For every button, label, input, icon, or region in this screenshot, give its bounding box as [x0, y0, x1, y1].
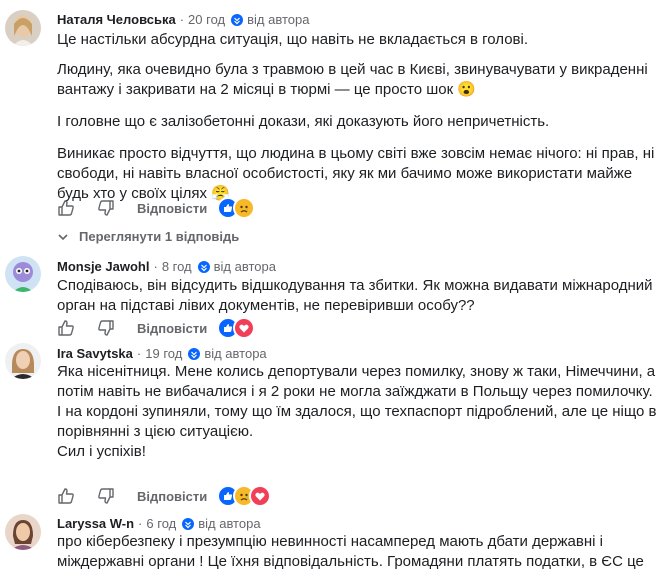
- separator-dot: ·: [153, 259, 158, 274]
- comment-text: Яка нісенітниця. Мене колись депортували…: [57, 363, 657, 460]
- author-badge: від автора: [188, 346, 267, 362]
- like-icon[interactable]: [57, 199, 75, 217]
- dislike-icon[interactable]: [97, 199, 115, 217]
- sad-reaction-icon: [233, 197, 256, 219]
- reactions[interactable]: [217, 485, 272, 507]
- avatar[interactable]: [5, 10, 41, 46]
- author-name[interactable]: Monsje Jawohl: [57, 259, 149, 275]
- separator-dot: ·: [136, 346, 142, 361]
- reactions[interactable]: [217, 197, 256, 219]
- chevron-down-icon: [58, 233, 68, 240]
- timestamp[interactable]: 20 год: [188, 12, 225, 28]
- author-badge: від автора: [197, 259, 276, 275]
- avatar[interactable]: [5, 256, 41, 292]
- author-badge: від автора: [182, 516, 261, 532]
- timestamp[interactable]: 8 год: [162, 259, 192, 275]
- avatar[interactable]: [5, 343, 41, 379]
- like-icon[interactable]: [57, 319, 75, 337]
- love-reaction-icon: [233, 317, 256, 339]
- author-badge-icon: [182, 518, 195, 530]
- comment-text: про кібербезпеку і презумпцію невинності…: [57, 533, 644, 570]
- comment-text: Це настільки абсурдна ситуація, що навіт…: [57, 31, 655, 202]
- author-badge-icon: [231, 14, 244, 26]
- reply-button[interactable]: Відповісти: [137, 489, 207, 504]
- author-badge-icon: [197, 261, 210, 273]
- view-replies-button[interactable]: Переглянути 1 відповідь: [57, 229, 239, 244]
- like-icon[interactable]: [57, 487, 75, 505]
- reply-button[interactable]: Відповісти: [137, 321, 207, 336]
- avatar[interactable]: [5, 514, 41, 550]
- comment-text: Сподіваюсь, він відсудить відшкодування …: [57, 277, 653, 314]
- author-badge-icon: [188, 348, 201, 360]
- timestamp[interactable]: 19 год: [145, 346, 182, 362]
- dislike-icon[interactable]: [97, 487, 115, 505]
- timestamp[interactable]: 6 год: [146, 516, 176, 532]
- author-name[interactable]: Наталя Человська: [57, 12, 176, 28]
- separator-dot: ·: [138, 516, 143, 531]
- author-badge: від автора: [231, 12, 309, 28]
- dislike-icon[interactable]: [97, 319, 115, 337]
- author-name[interactable]: Ira Savytska: [57, 346, 133, 362]
- love-reaction-icon: [249, 485, 272, 507]
- reply-button[interactable]: Відповісти: [137, 201, 207, 216]
- separator-dot: ·: [179, 12, 185, 27]
- reactions[interactable]: [217, 317, 256, 339]
- author-name[interactable]: Laryssa W-n: [57, 516, 134, 532]
